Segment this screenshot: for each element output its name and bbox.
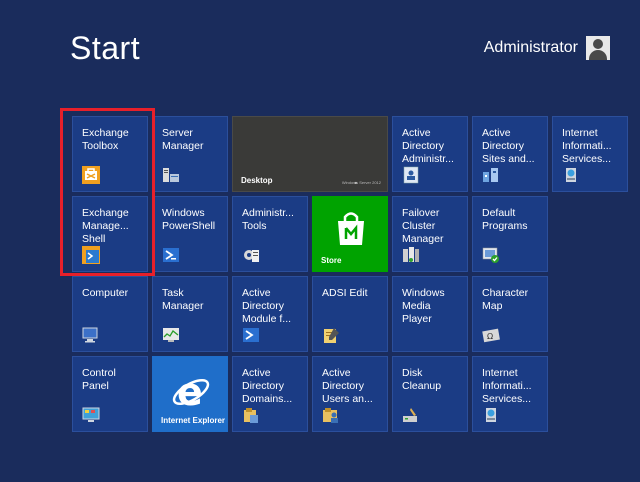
computer-icon [82, 327, 98, 343]
tile-ad-users-computers[interactable]: Active Directory Users an... [312, 356, 388, 432]
tile-task-manager[interactable]: Task Manager [152, 276, 228, 352]
tile-iis-manager[interactable]: Internet Informati... Services... [552, 116, 628, 192]
store-bag-icon [338, 212, 364, 245]
desktop-watermark: Windows Server 2012 [341, 180, 381, 185]
tile-label: ADSI Edit [322, 287, 368, 299]
tile-label: Character Map [482, 287, 529, 312]
tile-label: Desktop [241, 176, 273, 185]
ad-users-icon [323, 408, 338, 423]
powershell-icon [163, 248, 179, 262]
tile-label: Store [321, 256, 342, 265]
tile-default-programs[interactable]: Default Programs [472, 196, 548, 272]
svg-text:e: e [177, 371, 203, 411]
tile-ad-admin-center[interactable]: Active Directory Administr... [392, 116, 468, 192]
tile-iis-6-manager[interactable]: Internet Informati... Services... [472, 356, 548, 432]
tile-exchange-toolbox[interactable]: Exchange Toolbox [72, 116, 148, 192]
tile-label: Active Directory Module f... [242, 287, 292, 325]
tile-label: Control Panel [82, 367, 116, 392]
tile-label: Active Directory Sites and... [482, 127, 535, 165]
control-panel-icon [82, 407, 100, 422]
tile-label: Failover Cluster Manager [402, 207, 444, 245]
character-map-icon: Ω [482, 328, 500, 343]
tile-label: Administr... Tools [242, 207, 294, 232]
tile-label: Internet Informati... Services... [482, 367, 532, 405]
tile-label: Active Directory Users an... [322, 367, 373, 405]
internet-explorer-icon: e [172, 371, 210, 411]
tile-label: Internet Informati... Services... [562, 127, 612, 165]
exchange-toolbox-icon [82, 166, 100, 184]
iis-icon [566, 168, 576, 182]
tile-character-map[interactable]: Character Map Ω [472, 276, 548, 352]
avatar-icon[interactable] [586, 36, 610, 60]
tile-exchange-shell[interactable]: Exchange Manage... Shell [72, 196, 148, 272]
tile-label: Active Directory Domains... [242, 367, 293, 405]
task-manager-icon [163, 328, 179, 342]
ad-sites-icon [483, 168, 498, 182]
default-programs-icon [482, 247, 499, 263]
admin-tools-icon [244, 250, 259, 262]
tile-label: Default Programs [482, 207, 528, 232]
failover-cluster-icon [403, 247, 419, 262]
tile-windows-powershell[interactable]: Windows PowerShell [152, 196, 228, 272]
tile-administrative-tools[interactable]: Administr... Tools [232, 196, 308, 272]
tile-internet-explorer[interactable]: e Internet Explorer [152, 356, 228, 432]
adsi-edit-icon [324, 328, 339, 343]
svg-text:Ω: Ω [487, 332, 493, 341]
disk-cleanup-icon [403, 408, 417, 422]
tile-failover-cluster-manager[interactable]: Failover Cluster Manager [392, 196, 468, 272]
tile-label: Active Directory Administr... [402, 127, 454, 165]
user-name[interactable]: Administrator [484, 39, 578, 57]
server-manager-icon [163, 168, 179, 182]
tile-ad-module-powershell[interactable]: Active Directory Module f... [232, 276, 308, 352]
tile-adsi-edit[interactable]: ADSI Edit [312, 276, 388, 352]
tile-desktop[interactable]: Desktop ■ Windows Server 2012 [232, 116, 388, 192]
tile-ad-domains-trusts[interactable]: Active Directory Domains... [232, 356, 308, 432]
tile-computer[interactable]: Computer [72, 276, 148, 352]
user-account[interactable]: Administrator [484, 36, 610, 60]
exchange-shell-icon [82, 246, 100, 264]
tile-disk-cleanup[interactable]: Disk Cleanup [392, 356, 468, 432]
tile-label: Disk Cleanup [402, 367, 442, 392]
tile-label: Windows PowerShell [162, 207, 216, 232]
tile-ad-sites-services[interactable]: Active Directory Sites and... [472, 116, 548, 192]
tile-windows-media-player[interactable]: Windows Media Player [392, 276, 468, 352]
ad-domains-icon [244, 408, 258, 423]
ad-admin-center-icon [403, 166, 419, 184]
tile-label: Server Manager [162, 127, 204, 152]
ad-module-icon [243, 328, 259, 342]
tile-label: Exchange Toolbox [82, 127, 129, 152]
tile-label: Task Manager [162, 287, 204, 312]
tile-label: Windows Media Player [402, 287, 445, 325]
tile-label: Computer [82, 287, 129, 299]
tile-server-manager[interactable]: Server Manager [152, 116, 228, 192]
tile-store[interactable]: Store [312, 196, 388, 272]
tile-control-panel[interactable]: Control Panel [72, 356, 148, 432]
iis-icon [486, 408, 496, 422]
tile-label: Internet Explorer [161, 416, 226, 425]
tile-label: Exchange Manage... Shell [82, 207, 129, 245]
page-title: Start [70, 30, 141, 66]
